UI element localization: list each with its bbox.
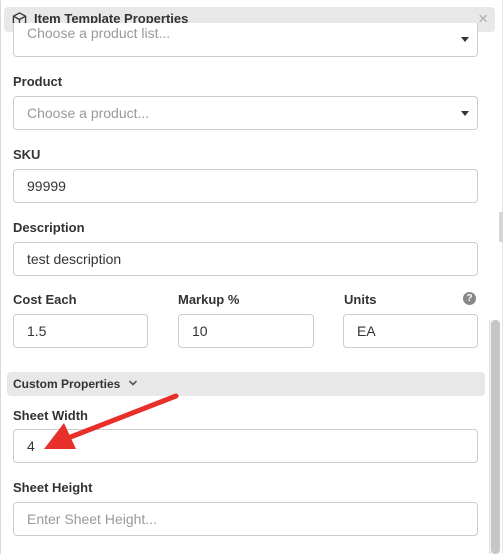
product-label: Product: [13, 74, 63, 89]
scrollbar-thumb[interactable]: [491, 320, 500, 554]
units-label: Units: [344, 292, 377, 307]
sheet-height-input[interactable]: Enter Sheet Height...: [13, 502, 478, 536]
chevron-down-icon: [461, 111, 469, 116]
sheet-height-placeholder: Enter Sheet Height...: [27, 511, 157, 527]
page-frame: [0, 0, 503, 554]
product-list-select[interactable]: Choose a product list...: [13, 23, 478, 57]
units-input[interactable]: EA: [343, 314, 478, 348]
description-input[interactable]: test description: [13, 242, 478, 276]
background-window-edge: [499, 212, 503, 242]
product-placeholder: Choose a product...: [27, 105, 150, 121]
sku-input[interactable]: 99999: [13, 169, 478, 203]
close-icon[interactable]: ×: [478, 9, 488, 29]
cost-each-input[interactable]: 1.5: [13, 314, 148, 348]
markup-input[interactable]: 10: [178, 314, 314, 348]
sku-label: SKU: [13, 147, 41, 162]
cost-each-label: Cost Each: [13, 292, 77, 307]
sheet-width-input[interactable]: 4: [13, 429, 478, 463]
help-icon[interactable]: ?: [463, 292, 476, 305]
product-list-placeholder: Choose a product list...: [27, 25, 171, 41]
sheet-width-label: Sheet Width: [13, 408, 88, 423]
product-select[interactable]: Choose a product...: [13, 96, 478, 130]
chevron-down-icon: [129, 380, 137, 386]
custom-properties-title: Custom Properties: [13, 377, 121, 391]
scrollbar[interactable]: [489, 320, 500, 554]
description-label: Description: [13, 220, 85, 235]
sheet-height-label: Sheet Height: [13, 480, 93, 495]
chevron-down-icon: [461, 37, 469, 42]
markup-label: Markup %: [178, 292, 240, 307]
custom-properties-header[interactable]: Custom Properties: [7, 372, 485, 396]
